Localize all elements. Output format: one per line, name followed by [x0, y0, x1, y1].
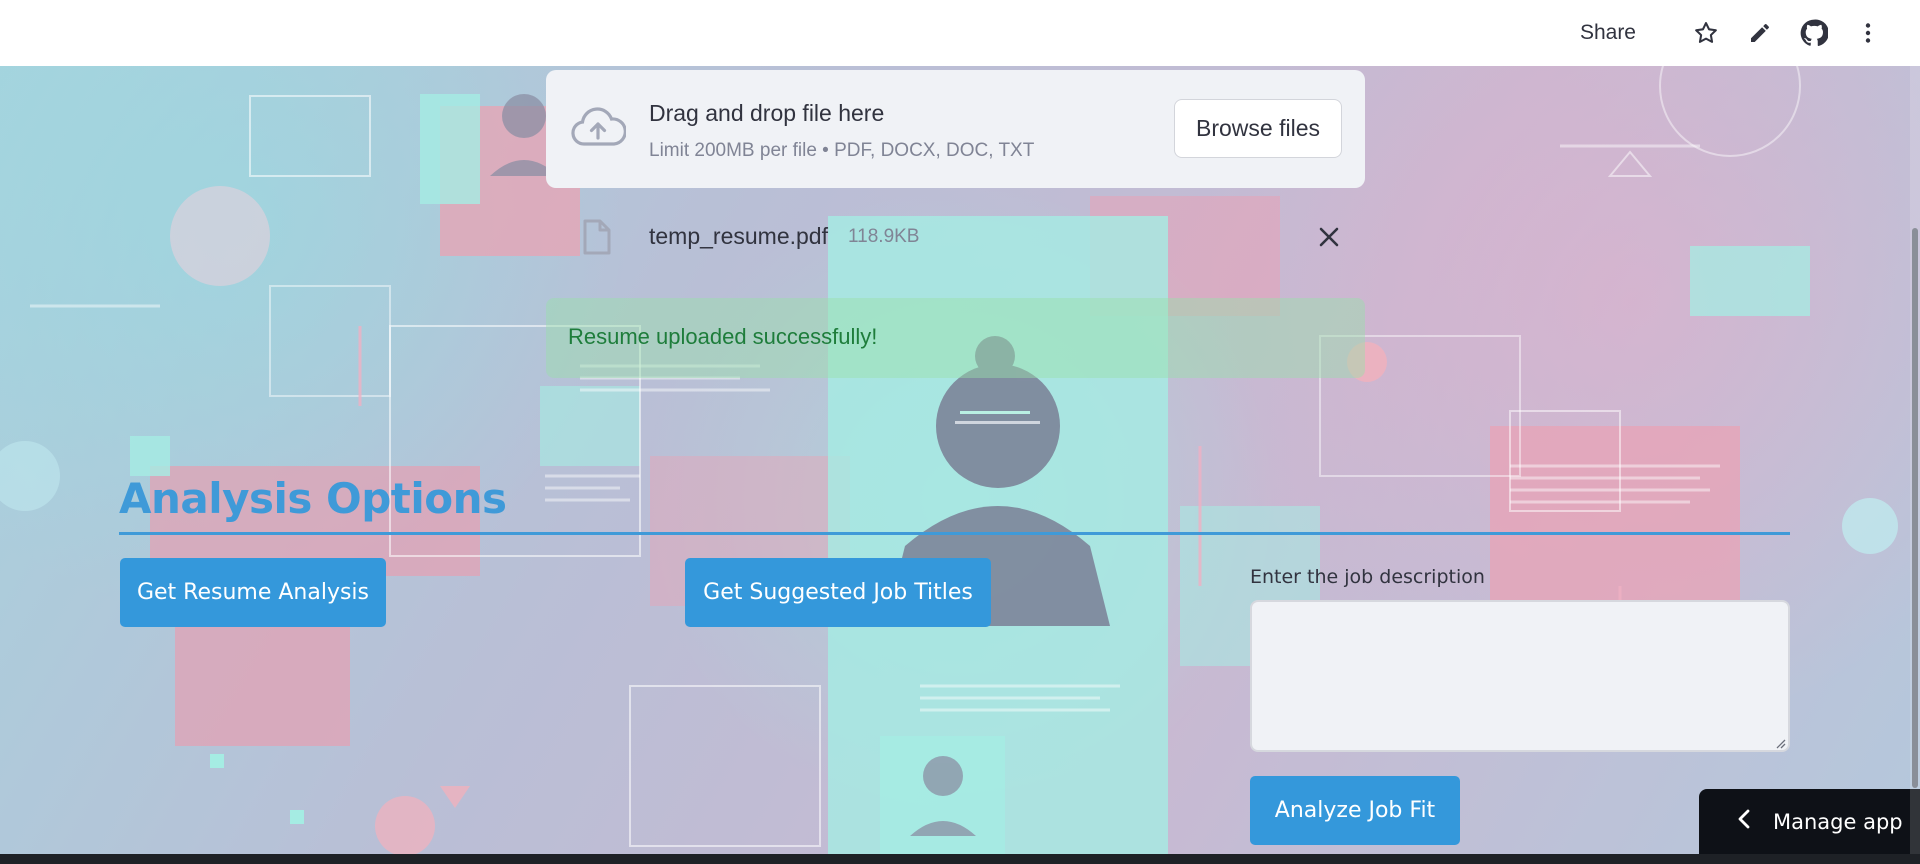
page-scrollbar[interactable]	[1910, 66, 1920, 854]
bottom-bar	[0, 854, 1920, 864]
job-description-label: Enter the job description	[1250, 566, 1485, 588]
pencil-icon[interactable]	[1746, 19, 1774, 47]
file-icon	[582, 218, 612, 261]
get-suggested-job-titles-button[interactable]: Get Suggested Job Titles	[685, 558, 991, 627]
github-icon[interactable]	[1800, 19, 1828, 47]
uploaded-file-name: temp_resume.pdf	[649, 223, 828, 249]
star-icon[interactable]	[1692, 19, 1720, 47]
manage-app-button[interactable]: Manage app	[1699, 789, 1920, 854]
browse-files-button[interactable]: Browse files	[1174, 99, 1342, 158]
uploaded-file-row: temp_resume.pdf 118.9KB	[546, 212, 1365, 262]
success-alert: Resume uploaded successfully!	[546, 298, 1365, 378]
analysis-options-heading: Analysis Options	[119, 474, 507, 523]
job-description-textarea[interactable]	[1250, 600, 1790, 752]
textarea-resize-handle[interactable]	[1774, 736, 1786, 754]
app-header: Share	[0, 0, 1920, 66]
manage-app-label: Manage app	[1773, 809, 1903, 834]
more-vertical-icon[interactable]	[1854, 19, 1882, 47]
success-message: Resume uploaded successfully!	[568, 324, 878, 349]
dropzone-title: Drag and drop file here	[649, 100, 885, 126]
heading-divider	[119, 532, 1790, 535]
dropzone-limit-text: Limit 200MB per file • PDF, DOCX, DOC, T…	[649, 140, 1035, 161]
chevron-left-icon	[1737, 809, 1751, 834]
file-dropzone[interactable]: Drag and drop file here Limit 200MB per …	[546, 70, 1365, 188]
scrollbar-thumb[interactable]	[1912, 228, 1918, 788]
get-resume-analysis-button[interactable]: Get Resume Analysis	[120, 558, 386, 627]
share-button[interactable]: Share	[1580, 21, 1636, 45]
uploaded-file-size: 118.9KB	[848, 226, 920, 247]
analyze-job-fit-button[interactable]: Analyze Job Fit	[1250, 776, 1460, 845]
remove-file-close-icon[interactable]	[1314, 222, 1344, 252]
cloud-upload-icon	[570, 106, 627, 153]
